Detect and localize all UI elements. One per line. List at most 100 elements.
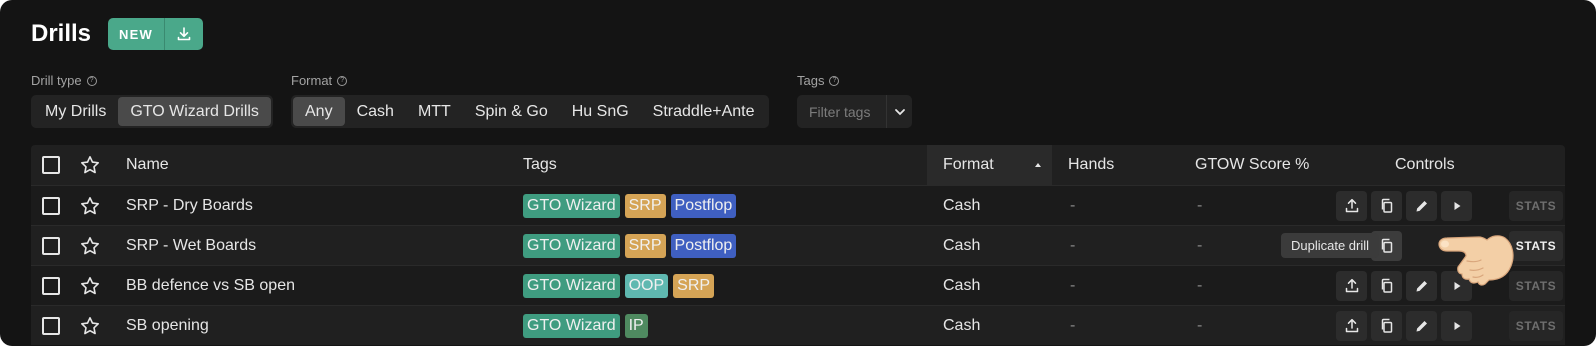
- tag-gto-wizard: GTO Wizard: [523, 234, 620, 258]
- select-all-checkbox-cell[interactable]: [42, 145, 60, 185]
- tag-postflop: Postflop: [670, 234, 737, 258]
- stats-button[interactable]: STATS: [1509, 231, 1563, 261]
- star-icon[interactable]: [80, 276, 100, 296]
- drill-name[interactable]: SB opening: [126, 306, 209, 346]
- tags-label: Tags ?: [797, 73, 840, 88]
- drill-tags: GTO Wizard OOP SRP: [523, 266, 719, 306]
- star-icon[interactable]: [80, 196, 100, 216]
- duplicate-drill-button[interactable]: [1371, 271, 1402, 301]
- row-checkbox[interactable]: [42, 317, 60, 335]
- tag-gto-wizard: GTO Wizard: [523, 194, 620, 218]
- import-drill-button[interactable]: [165, 18, 203, 50]
- drill-tags: GTO Wizard SRP Postflop: [523, 186, 741, 226]
- format-option-spin-go[interactable]: Spin & Go: [463, 97, 560, 126]
- column-gtow-score[interactable]: GTOW Score %: [1195, 145, 1309, 185]
- edit-drill-button[interactable]: [1406, 311, 1437, 341]
- help-icon[interactable]: ?: [829, 75, 840, 86]
- row-checkbox-cell[interactable]: [42, 186, 60, 226]
- table-row[interactable]: BB defence vs SB open GTO Wizard OOP SRP Cas…: [31, 265, 1565, 305]
- drill-score: -: [1197, 197, 1203, 214]
- drill-name[interactable]: BB defence vs SB open: [126, 266, 295, 306]
- tag-gto-wizard: GTO Wizard: [523, 314, 620, 338]
- select-all-checkbox[interactable]: [42, 156, 60, 174]
- tags-dropdown-toggle[interactable]: [886, 95, 912, 128]
- copy-icon: [1381, 278, 1392, 293]
- table-row[interactable]: SRP - Dry Boards GTO Wizard SRP Postflop Cas…: [31, 185, 1565, 225]
- drill-format: Cash: [943, 317, 981, 334]
- table-header: Name Tags Format Hands GTOW Score % Cont…: [31, 145, 1565, 185]
- star-icon[interactable]: [80, 155, 100, 175]
- tag-oop: OOP: [624, 274, 669, 298]
- table-body: SRP - Dry Boards GTO Wizard SRP Postflop Cas…: [31, 185, 1565, 345]
- star-icon[interactable]: [80, 316, 100, 336]
- drill-format: Cash: [943, 277, 981, 294]
- new-drill-button[interactable]: NEW: [108, 18, 165, 50]
- duplicate-drill-button[interactable]: [1371, 191, 1402, 221]
- copy-icon: [1381, 318, 1392, 333]
- tags-filter-input[interactable]: Filter tags: [797, 95, 912, 128]
- drill-name[interactable]: SRP - Wet Boards: [126, 226, 256, 266]
- format-option-mtt[interactable]: MTT: [406, 97, 463, 126]
- row-checkbox[interactable]: [42, 237, 60, 255]
- column-format[interactable]: Format: [943, 145, 1043, 185]
- drill-format: Cash: [943, 237, 981, 254]
- format-option-any[interactable]: Any: [293, 97, 345, 126]
- tag-gto-wizard: GTO Wizard: [523, 274, 620, 298]
- format-option-straddle-ante[interactable]: Straddle+Ante: [641, 97, 767, 126]
- favorite-cell[interactable]: [80, 266, 100, 306]
- drill-type-label: Drill type ?: [31, 73, 97, 88]
- export-drill-button[interactable]: [1336, 191, 1367, 221]
- play-drill-button[interactable]: [1441, 191, 1472, 221]
- table-row[interactable]: SB opening GTO Wizard IP Cash - - STATS: [31, 305, 1565, 345]
- row-checkbox[interactable]: [42, 197, 60, 215]
- row-checkbox-cell[interactable]: [42, 226, 60, 266]
- favorite-cell[interactable]: [80, 306, 100, 346]
- drill-tags: GTO Wizard SRP Postflop: [523, 226, 741, 266]
- pointing-hand-icon: [1438, 235, 1514, 286]
- pencil-icon: [1416, 281, 1427, 292]
- export-drill-button[interactable]: [1336, 311, 1367, 341]
- format-option-hu-sng[interactable]: Hu SnG: [560, 97, 641, 126]
- stats-button[interactable]: STATS: [1509, 311, 1563, 341]
- chevron-down-icon: [894, 108, 905, 115]
- favorite-cell[interactable]: [80, 186, 100, 226]
- format-option-cash[interactable]: Cash: [345, 97, 406, 126]
- pencil-icon: [1416, 321, 1427, 332]
- drill-hands: -: [1070, 317, 1076, 334]
- row-checkbox-cell[interactable]: [42, 266, 60, 306]
- format-selector: Any Cash MTT Spin & Go Hu SnG Straddle+A…: [291, 95, 769, 128]
- play-drill-button[interactable]: [1441, 311, 1472, 341]
- column-name[interactable]: Name: [126, 145, 169, 185]
- column-controls: Controls: [1395, 156, 1455, 173]
- favorite-cell[interactable]: [80, 226, 100, 266]
- sort-up-icon: [1035, 163, 1041, 167]
- help-icon[interactable]: ?: [86, 75, 97, 86]
- option-my-drills[interactable]: My Drills: [33, 97, 118, 126]
- star-icon[interactable]: [80, 236, 100, 256]
- duplicate-drill-button[interactable]: [1371, 311, 1402, 341]
- help-icon[interactable]: ?: [337, 75, 348, 86]
- option-gto-wizard-drills[interactable]: GTO Wizard Drills: [118, 97, 271, 126]
- edit-drill-button[interactable]: [1406, 191, 1437, 221]
- row-checkbox[interactable]: [42, 277, 60, 295]
- favorite-header-cell[interactable]: [80, 145, 100, 185]
- drill-name[interactable]: SRP - Dry Boards: [126, 186, 253, 226]
- stats-button[interactable]: STATS: [1509, 271, 1563, 301]
- drills-panel: Drills NEW Drill type ? My Drills GTO Wi…: [0, 0, 1596, 346]
- drill-score: -: [1197, 237, 1203, 254]
- drill-score: -: [1197, 277, 1203, 294]
- drill-type-selector: My Drills GTO Wizard Drills: [31, 95, 273, 128]
- drill-score: -: [1197, 317, 1203, 334]
- column-tags: Tags: [523, 156, 557, 173]
- column-hands[interactable]: Hands: [1068, 145, 1114, 185]
- duplicate-drill-tooltip: Duplicate drill: [1281, 233, 1380, 258]
- export-drill-button[interactable]: [1336, 271, 1367, 301]
- edit-drill-button[interactable]: [1406, 271, 1437, 301]
- tag-srp: SRP: [673, 274, 715, 298]
- tag-postflop: Postflop: [670, 194, 737, 218]
- drill-hands: -: [1070, 197, 1076, 214]
- tags-filter-placeholder: Filter tags: [809, 103, 871, 120]
- stats-button[interactable]: STATS: [1509, 191, 1563, 221]
- copy-icon: [1381, 238, 1392, 253]
- row-checkbox-cell[interactable]: [42, 306, 60, 346]
